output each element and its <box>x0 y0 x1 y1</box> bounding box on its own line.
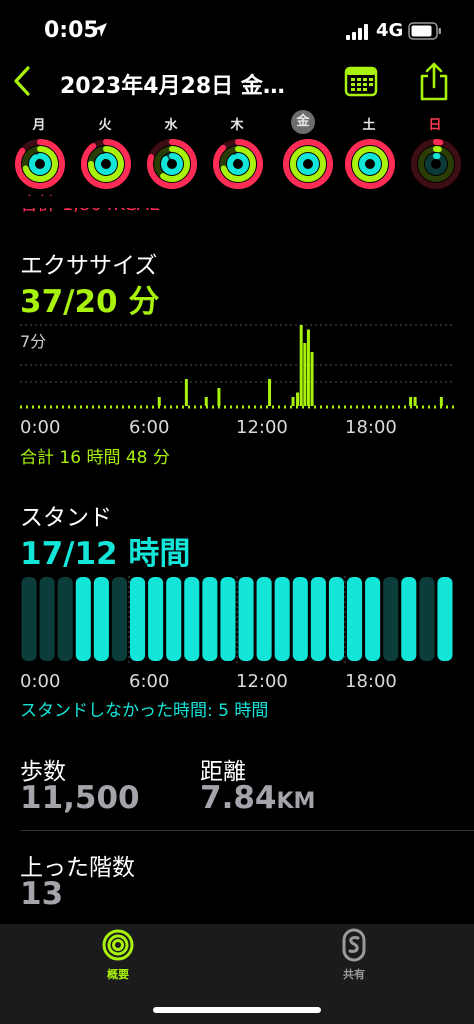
exercise-bar-6 <box>296 392 300 406</box>
distance-value-group: 7.84KM <box>200 780 315 816</box>
stand-bar-1 <box>39 577 55 661</box>
stand-x-6: 6:00 <box>129 671 170 692</box>
stand-bar-14 <box>274 577 290 661</box>
exercise-bar-9 <box>306 329 310 406</box>
network-type: 4G <box>376 20 404 41</box>
weekday-tue[interactable]: 火 <box>90 114 120 133</box>
cellular-signal-icon <box>346 24 368 40</box>
stand-footer: スタンドしなかった時間: 5 時間 <box>20 701 269 721</box>
stand-x-12: 12:00 <box>236 671 288 692</box>
stand-bar-22 <box>419 577 435 661</box>
stand-chart <box>21 576 453 664</box>
activity-ring-sun[interactable] <box>410 138 462 190</box>
stand-bar-2 <box>57 577 73 661</box>
weekday-sat[interactable]: 土 <box>354 114 384 133</box>
flights-value: 13 <box>20 876 64 912</box>
home-indicator[interactable] <box>153 1007 321 1013</box>
calendar-icon[interactable] <box>344 64 378 98</box>
exercise-bar-13 <box>439 397 443 406</box>
tab-sharing[interactable]: 共有 <box>332 928 376 982</box>
stand-x-0: 0:00 <box>20 671 61 692</box>
stand-bar-0 <box>21 577 37 661</box>
scroll-mask <box>0 196 474 208</box>
battery-icon <box>408 22 441 40</box>
exercise-y-ref: 7分 <box>20 332 47 351</box>
exercise-bar-1 <box>184 379 188 406</box>
stand-x-18: 18:00 <box>345 671 397 692</box>
stand-bar-13 <box>256 577 272 661</box>
activity-ring-mon[interactable] <box>14 138 66 190</box>
weekday-sun[interactable]: 日 <box>420 114 450 133</box>
stand-bar-7 <box>148 577 164 661</box>
stand-bar-5 <box>111 577 127 661</box>
activity-ring-sat[interactable] <box>344 138 396 190</box>
exercise-bar-7 <box>299 325 303 406</box>
stand-bar-4 <box>93 577 109 661</box>
exercise-x-0: 0:00 <box>20 417 61 438</box>
stand-bar-10 <box>202 577 218 661</box>
stand-bar-3 <box>75 577 91 661</box>
stand-bar-19 <box>365 577 381 661</box>
exercise-x-18: 18:00 <box>345 417 397 438</box>
stand-bar-20 <box>383 577 399 661</box>
exercise-bar-2 <box>204 397 208 406</box>
stand-bar-12 <box>238 577 254 661</box>
stand-bar-11 <box>220 577 236 661</box>
stand-bar-8 <box>166 577 182 661</box>
tab-summary-label: 概要 <box>107 968 129 981</box>
weekday-fri-selected[interactable]: 金 <box>291 110 315 134</box>
exercise-x-6: 6:00 <box>129 417 170 438</box>
weekday-mon[interactable]: 月 <box>24 114 54 133</box>
divider <box>20 830 474 831</box>
exercise-bar-0 <box>157 397 161 406</box>
back-chevron-icon[interactable] <box>10 64 34 98</box>
weekday-wed[interactable]: 水 <box>156 114 186 133</box>
stand-bar-16 <box>310 577 326 661</box>
exercise-bar-8 <box>303 343 307 406</box>
status-time: 0:05 <box>44 18 99 43</box>
exercise-bar-10 <box>310 352 314 406</box>
exercise-bar-5 <box>291 397 295 406</box>
activity-rings-icon <box>102 929 134 961</box>
sharing-icon <box>342 928 366 962</box>
stand-bar-18 <box>347 577 363 661</box>
tab-sharing-label: 共有 <box>343 968 365 981</box>
distance-value: 7.84 <box>200 780 277 816</box>
stand-bar-17 <box>328 577 344 661</box>
exercise-bar-11 <box>409 397 413 406</box>
tab-summary[interactable]: 概要 <box>96 928 140 982</box>
stand-bar-23 <box>437 577 453 661</box>
activity-ring-tue[interactable] <box>80 138 132 190</box>
stand-value: 17/12 時間 <box>20 536 191 572</box>
stand-bar-21 <box>401 577 417 661</box>
weekday-thu[interactable]: 木 <box>222 114 252 133</box>
exercise-chart <box>20 324 454 409</box>
stand-bar-6 <box>130 577 146 661</box>
distance-unit: KM <box>276 789 316 814</box>
steps-value: 11,500 <box>20 780 140 816</box>
exercise-total: 合計 16 時間 48 分 <box>20 448 170 468</box>
exercise-bar-4 <box>268 379 272 406</box>
stand-label: スタンド <box>20 505 112 531</box>
exercise-bar-12 <box>413 397 417 406</box>
exercise-x-12: 12:00 <box>236 417 288 438</box>
activity-ring-wed[interactable] <box>146 138 198 190</box>
share-icon[interactable] <box>418 60 450 102</box>
activity-ring-thu[interactable] <box>212 138 264 190</box>
stand-bar-15 <box>292 577 308 661</box>
status-bar: 0:05 4G <box>0 0 474 60</box>
stand-bar-9 <box>184 577 200 661</box>
exercise-label: エクササイズ <box>20 253 158 279</box>
exercise-value: 37/20 分 <box>20 284 160 320</box>
exercise-bar-3 <box>217 388 221 406</box>
page-title: 2023年4月28日 金… <box>60 74 285 99</box>
activity-ring-fri[interactable] <box>282 138 334 190</box>
location-arrow-icon <box>93 23 107 37</box>
